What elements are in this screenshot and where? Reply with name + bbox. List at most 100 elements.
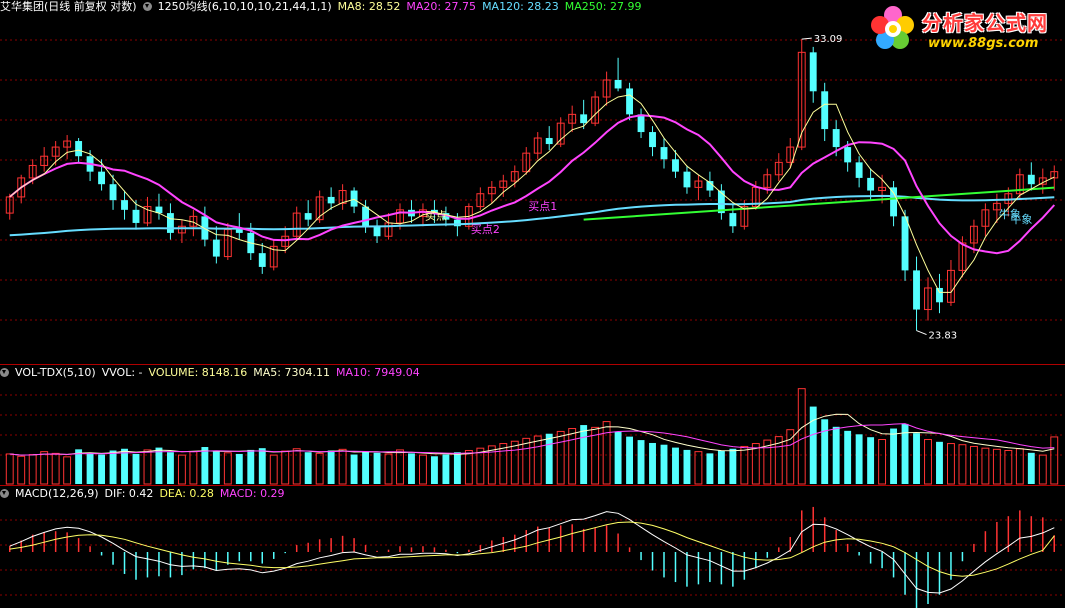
candle-body-down — [350, 190, 358, 207]
signal-label: 牛象 — [1010, 212, 1032, 226]
volume-bar — [51, 452, 60, 485]
candle-body-down — [212, 239, 220, 257]
candle-body-down — [626, 88, 634, 115]
volume-bar — [568, 428, 577, 485]
candle-body-down — [637, 114, 645, 133]
candle-body-down — [373, 226, 381, 237]
volume-bar — [855, 434, 863, 484]
volume-bar — [177, 454, 186, 485]
volume-bar — [1027, 452, 1035, 484]
volume-bar — [1004, 449, 1013, 485]
candle-body-down — [580, 114, 588, 124]
candle-body-down — [809, 52, 817, 92]
ma250-line — [583, 186, 1055, 221]
volume-bar — [683, 449, 691, 484]
volume-bar — [533, 435, 542, 485]
volume-bar — [706, 453, 714, 484]
volume-bar — [751, 443, 760, 485]
volume-bar — [304, 452, 312, 484]
volume-bar — [924, 439, 932, 485]
candle-body-down — [832, 129, 840, 148]
volume-bar — [1038, 454, 1047, 485]
vol-ma10-label: MA10: 7949.04 — [336, 366, 420, 379]
macd-panel — [8, 506, 1056, 608]
volume-bar — [189, 451, 198, 485]
volume-bar — [660, 444, 668, 484]
volume-bar — [247, 449, 255, 484]
candle-body-down — [1027, 174, 1035, 185]
candle-body-down — [890, 187, 898, 217]
candle-body-down — [304, 213, 312, 220]
volume-bar — [476, 447, 485, 485]
volume-bar — [98, 454, 106, 484]
volume-bar — [1015, 448, 1024, 485]
volume-bar — [430, 456, 438, 484]
volume-bar — [419, 454, 427, 485]
volume-bar — [580, 425, 588, 484]
dropdown-icon[interactable] — [0, 368, 9, 377]
logo-url: www.88gs.com — [928, 36, 1039, 51]
volume-bar — [166, 452, 174, 484]
volume-bar — [362, 451, 370, 484]
candle-body-down — [98, 171, 106, 185]
candle-body-down — [660, 147, 668, 160]
volume-bar — [155, 447, 163, 484]
volume-bar — [315, 452, 324, 485]
volume-bar — [28, 454, 37, 485]
signal-label: 买点2 — [471, 223, 500, 236]
volume-bar — [936, 441, 943, 484]
price-header: 艾华集团(日线 前复权 对数) 1250均线(6,10,10,10,21,44,1… — [0, 0, 648, 14]
flower-icon — [871, 6, 914, 49]
vol-ma5-label: MA5: 7304.11 — [253, 366, 330, 379]
volume-bar — [1050, 436, 1059, 485]
candle-body-down — [729, 213, 737, 227]
dea-line — [9, 521, 1055, 577]
dropdown-icon[interactable] — [0, 489, 9, 498]
candle-body-down — [683, 171, 691, 188]
volume-bar — [913, 433, 920, 484]
volume-bar — [453, 452, 461, 484]
candle-body-down — [545, 138, 553, 145]
candle-body-down — [109, 184, 117, 201]
dif-line — [9, 511, 1055, 594]
volume-bar — [694, 451, 703, 485]
candle-body-down — [844, 147, 852, 163]
candle-body-down — [867, 177, 875, 191]
price-extreme-label: 23.83 — [929, 331, 958, 342]
ma8-label: MA8: 28.52 — [337, 0, 401, 13]
volume-panel — [5, 388, 1059, 485]
volume-bar — [212, 450, 220, 484]
candle-body-down — [362, 206, 370, 227]
volume-bar — [327, 450, 335, 484]
volume-bar — [63, 456, 72, 485]
candle-body-down — [121, 200, 128, 210]
volume-bar — [201, 447, 209, 484]
volume-bar — [132, 453, 140, 484]
volume-bar — [522, 437, 531, 485]
signal-label: 买点1 — [528, 200, 557, 213]
stock-chart[interactable]: 33.0923.83买点1买点2买点 牛象牛象 — [0, 0, 1065, 608]
volume-bar — [649, 442, 656, 484]
volume-bar — [350, 454, 358, 484]
dropdown-icon[interactable] — [142, 2, 152, 11]
vol-name: VOL-TDX(5,10) — [15, 366, 96, 379]
volume-bar — [40, 451, 49, 485]
volume-bar — [269, 454, 278, 485]
candle-body-down — [614, 79, 622, 89]
volume-bar — [844, 430, 852, 484]
volume-bar — [384, 453, 393, 485]
candle-body-down — [901, 216, 909, 271]
price-extreme-leader — [916, 330, 927, 335]
ma120-label: MA120: 28.23 — [482, 0, 559, 13]
site-logo: 分析家公式网 www.88gs.com — [868, 3, 1063, 59]
logo-title: 分析家公式网 — [922, 11, 1048, 35]
signal-label: 买点 — [425, 210, 447, 223]
volume-label: VOLUME: 8148.16 — [148, 366, 248, 379]
volume-bar — [947, 443, 955, 485]
volume-bar — [408, 453, 415, 484]
dif-label: DIF: 0.42 — [104, 487, 154, 500]
candle-body-down — [672, 159, 679, 172]
volume-bar — [556, 430, 565, 485]
volume-bar — [797, 388, 806, 485]
volume-bar — [258, 448, 266, 484]
